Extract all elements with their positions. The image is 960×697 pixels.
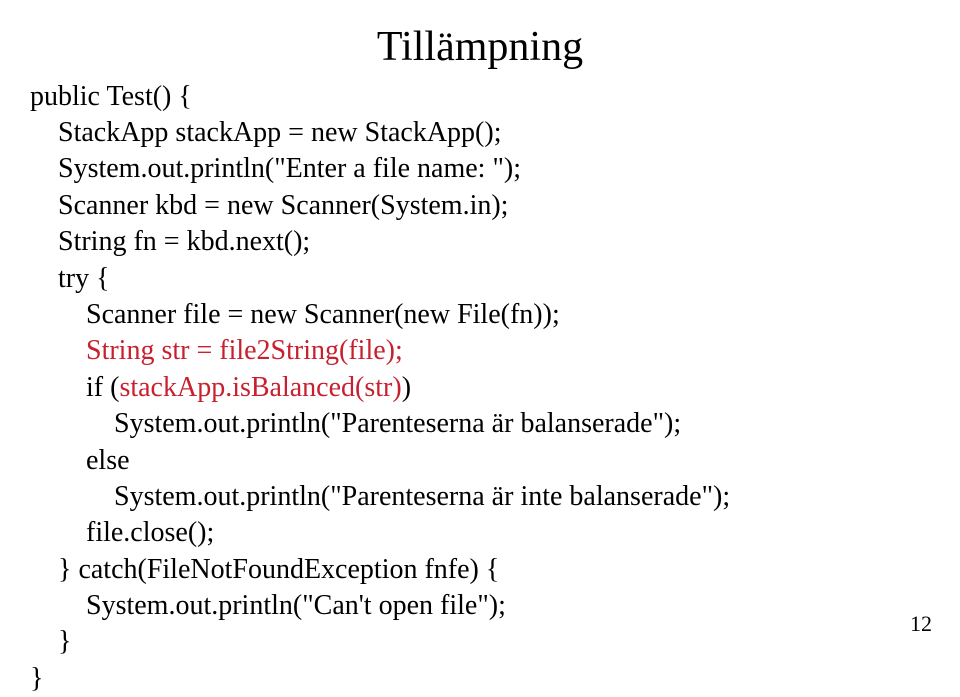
code-line: } catch(FileNotFoundException fnfe) { (30, 554, 499, 585)
page-number: 12 (910, 610, 932, 639)
code-block: public Test() { StackApp stackApp = new … (30, 79, 930, 697)
code-line-part: ) (402, 372, 411, 403)
code-line: StackApp stackApp = new StackApp(); (30, 117, 501, 148)
code-line: String fn = kbd.next(); (30, 226, 310, 257)
code-line: } (30, 663, 43, 694)
code-line: System.out.println("Enter a file name: "… (30, 153, 521, 184)
code-line: System.out.println("Can't open file"); (30, 590, 506, 621)
code-line: System.out.println("Parenteserna är inte… (30, 481, 730, 512)
code-line: System.out.println("Parenteserna är bala… (30, 408, 681, 439)
code-line-highlight: stackApp.isBalanced(str) (119, 372, 401, 403)
code-line: try { (30, 263, 110, 294)
code-line: Scanner kbd = new Scanner(System.in); (30, 190, 508, 221)
slide-title: Tillämpning (30, 20, 930, 75)
code-line: else (30, 445, 130, 476)
code-line: file.close(); (30, 517, 214, 548)
code-line-highlight: String str = file2String(file); (30, 335, 403, 366)
code-line: public Test() { (30, 81, 192, 112)
code-line-part: if ( (30, 372, 119, 403)
code-line: } (30, 626, 71, 657)
code-line: Scanner file = new Scanner(new File(fn))… (30, 299, 560, 330)
